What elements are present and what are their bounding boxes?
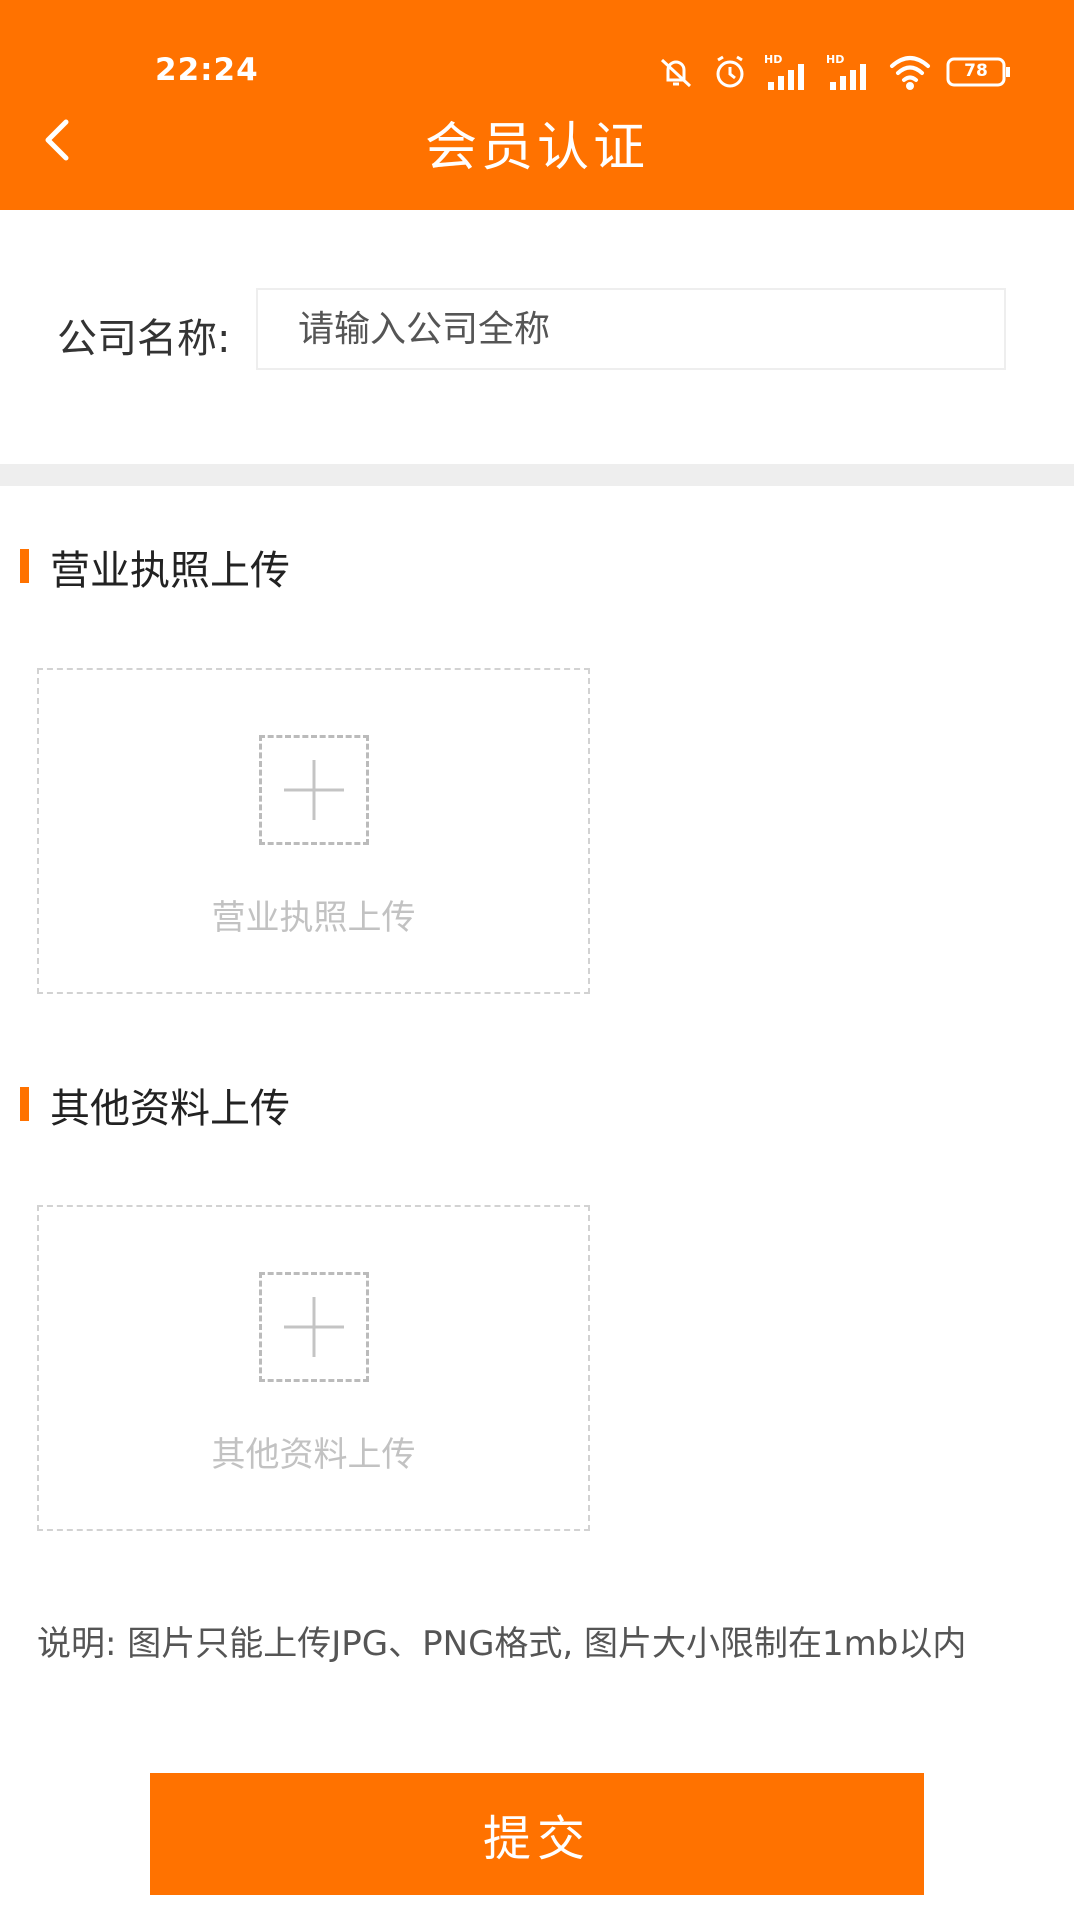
business-license-section-title: 营业执照上传 [50, 548, 290, 594]
upload-label: 营业执照上传 [211, 898, 416, 938]
section-accent-bar [20, 1087, 29, 1121]
svg-text:HD: HD [826, 53, 844, 66]
battery-icon: 78 [946, 56, 1012, 88]
upload-note: 说明: 图片只能上传JPG、PNG格式, 图片大小限制在1mb以内 [37, 1624, 967, 1664]
other-documents-section-title: 其他资料上传 [50, 1086, 290, 1132]
upload-label: 其他资料上传 [211, 1435, 416, 1475]
company-name-label: 公司名称: [57, 316, 231, 362]
add-image-icon [259, 1272, 369, 1382]
signal-hd-2-icon: HD [826, 52, 874, 92]
other-documents-upload[interactable]: 其他资料上传 [37, 1205, 590, 1531]
section-divider [0, 464, 1074, 486]
company-name-row: 公司名称: [0, 210, 1074, 464]
company-name-input[interactable] [256, 288, 1006, 370]
status-time: 22:24 [155, 52, 259, 88]
add-image-icon [259, 735, 369, 845]
wifi-icon [888, 52, 932, 92]
status-icons: HD HD 78 [656, 50, 1012, 94]
mute-icon [656, 52, 696, 92]
svg-text:HD: HD [764, 53, 782, 66]
section-accent-bar [20, 549, 29, 583]
page-title: 会员认证 [424, 118, 649, 178]
signal-hd-1-icon: HD [764, 52, 812, 92]
battery-level: 78 [964, 61, 988, 81]
submit-button[interactable]: 提交 [150, 1773, 924, 1895]
business-license-upload[interactable]: 营业执照上传 [37, 668, 590, 994]
app-header: 22:24 HD HD 78 会员认证 [0, 0, 1074, 210]
alarm-icon [710, 52, 750, 92]
